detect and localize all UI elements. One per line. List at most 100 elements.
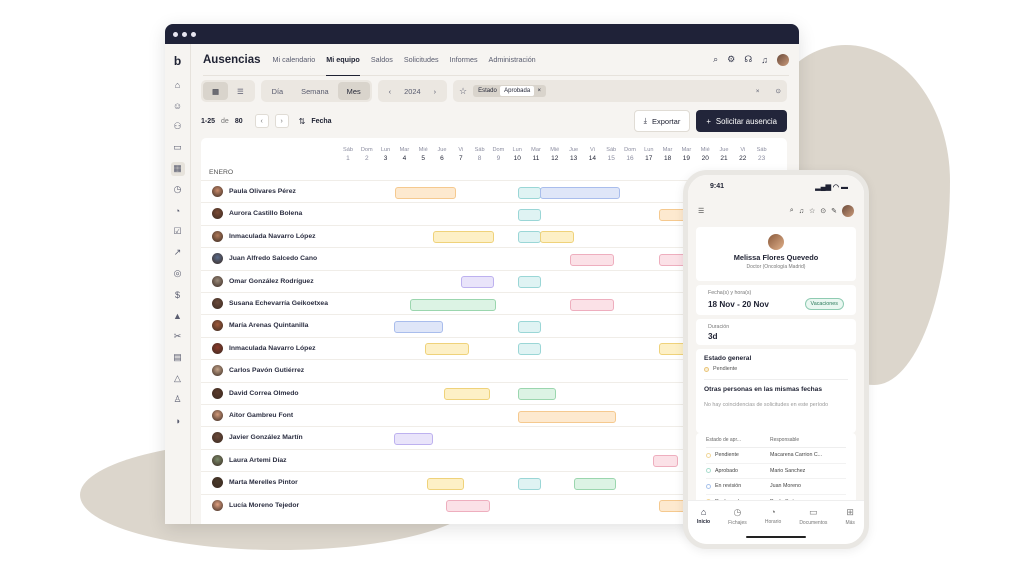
absence-bar[interactable]: [517, 410, 616, 423]
absence-bar[interactable]: [461, 276, 494, 289]
absence-bar[interactable]: [517, 477, 541, 490]
approval-row[interactable]: En revisión Juan Moreno: [706, 479, 846, 495]
person-name[interactable]: Aurora Castillo Bolena: [229, 210, 302, 217]
chevron-right-icon[interactable]: ›: [425, 82, 445, 100]
help-icon[interactable]: ☊: [744, 54, 752, 65]
approval-row[interactable]: Pendiente Macarena Carrion C...: [706, 448, 846, 464]
list-view-icon[interactable]: ☰: [228, 82, 253, 100]
person-name[interactable]: Aitor Gambreu Font: [229, 412, 293, 419]
person-name[interactable]: Javier González Martín: [229, 434, 303, 441]
absence-bar[interactable]: [410, 298, 496, 311]
education-icon[interactable]: ▲: [171, 309, 185, 323]
tab-saldos[interactable]: Saldos: [371, 44, 393, 76]
tab-fichajes[interactable]: ◷ Fichajes: [728, 507, 747, 544]
person-name[interactable]: David Correa Olmedo: [229, 390, 299, 397]
person-name[interactable]: Lucía Moreno Tejedor: [229, 502, 299, 509]
time-icon[interactable]: ◔: [171, 204, 185, 218]
window-dot[interactable]: [191, 31, 196, 37]
clear-icon[interactable]: ×: [756, 88, 760, 95]
pie-icon[interactable]: ◑: [171, 414, 185, 428]
window-dot[interactable]: [182, 31, 187, 37]
team-icon[interactable]: ⚇: [171, 120, 185, 134]
period-week[interactable]: Semana: [292, 82, 338, 100]
tab-documentos[interactable]: ▭ Documentos: [799, 507, 827, 544]
bell-icon[interactable]: ♫: [799, 208, 804, 215]
person-name[interactable]: Marta Merelles Pintor: [229, 479, 298, 486]
calendar-view-icon[interactable]: ▦: [203, 82, 228, 100]
tab-horario[interactable]: ◔ Horario: [765, 507, 781, 544]
alert-icon[interactable]: △: [171, 372, 185, 386]
period-month[interactable]: Mes: [337, 82, 370, 100]
absence-bar[interactable]: [446, 500, 490, 513]
window-dot[interactable]: [173, 31, 178, 37]
absence-bar[interactable]: [427, 477, 464, 490]
tab-mas[interactable]: ⊞ Más: [845, 507, 854, 544]
avatar[interactable]: [842, 205, 854, 217]
export-button[interactable]: ⤓ Exportar: [633, 110, 691, 132]
close-icon[interactable]: ×: [538, 88, 542, 94]
absence-bar[interactable]: [517, 276, 541, 289]
star-icon[interactable]: ☆: [459, 86, 467, 97]
chat-icon[interactable]: ▤: [171, 351, 185, 365]
person-name[interactable]: Juan Alfredo Salcedo Cano: [229, 255, 317, 262]
settings-icon[interactable]: ⊙: [776, 87, 781, 95]
absence-bar[interactable]: [570, 298, 614, 311]
person-name[interactable]: Omar González Rodríguez: [229, 278, 314, 285]
folder-icon[interactable]: ▭: [171, 141, 185, 155]
star-icon[interactable]: ☆: [809, 207, 815, 215]
tab-inicio[interactable]: ⌂ Inicio: [697, 507, 710, 544]
tab-mi-calendario[interactable]: Mi calendario: [273, 44, 316, 76]
absence-bar[interactable]: [444, 388, 490, 401]
avatar[interactable]: [777, 53, 789, 66]
clock-icon[interactable]: ◷: [171, 183, 185, 197]
person-name[interactable]: María Arenas Quintanilla: [229, 322, 308, 329]
sort-icon[interactable]: ⇅: [299, 117, 306, 126]
person-name[interactable]: Laura Artemi Díaz: [229, 457, 287, 464]
calendar-icon[interactable]: ▦: [170, 161, 185, 176]
absence-bar[interactable]: [574, 477, 616, 490]
person-name[interactable]: Inmaculada Navarro López: [229, 233, 316, 240]
user-icon[interactable]: ☺: [171, 99, 185, 113]
request-absence-button[interactable]: + Solicitar ausencia: [696, 110, 787, 132]
search-icon[interactable]: ⌕: [790, 207, 794, 215]
absence-bar[interactable]: [540, 231, 575, 244]
person-name[interactable]: Susana Echevarría Geikoetxea: [229, 300, 328, 307]
menu-icon[interactable]: ☰: [698, 207, 704, 215]
absence-bar[interactable]: [540, 186, 620, 199]
absence-bar[interactable]: [433, 231, 494, 244]
edit-icon[interactable]: ✎: [831, 207, 837, 215]
tab-administracion[interactable]: Administración: [489, 44, 536, 76]
absence-bar[interactable]: [425, 343, 470, 356]
absence-bar[interactable]: [517, 388, 556, 401]
checklist-icon[interactable]: ☑: [171, 225, 185, 239]
money-icon[interactable]: $: [171, 288, 185, 302]
help-icon[interactable]: ⊙: [820, 207, 826, 215]
tab-solicitudes[interactable]: Solicitudes: [404, 44, 439, 76]
tab-mi-equipo[interactable]: Mi equipo: [326, 44, 360, 76]
person-name[interactable]: Paula Olivares Pérez: [229, 188, 296, 195]
person-name[interactable]: Carlos Pavón Gutiérrez: [229, 367, 304, 374]
bell-icon[interactable]: ♫: [761, 55, 768, 65]
absence-bar[interactable]: [652, 455, 678, 468]
gear-icon[interactable]: ⚙: [727, 54, 735, 65]
filter-chip[interactable]: Estado Aprobada ×: [473, 85, 547, 97]
person-name[interactable]: Inmaculada Navarro López: [229, 345, 316, 352]
filter-bar[interactable]: ☆ Estado Aprobada × × ⊙: [453, 80, 787, 102]
chevron-left-icon[interactable]: ‹: [380, 82, 400, 100]
next-page-button[interactable]: ›: [274, 114, 289, 128]
absence-bar[interactable]: [393, 320, 443, 333]
approval-row[interactable]: Aprobado Mario Sanchez: [706, 464, 846, 479]
absence-bar[interactable]: [393, 432, 434, 445]
target-icon[interactable]: ◎: [171, 267, 185, 281]
period-day[interactable]: Día: [263, 82, 293, 100]
home-icon[interactable]: ⌂: [171, 78, 185, 92]
search-icon[interactable]: ⌕: [713, 54, 718, 65]
absence-bar[interactable]: [517, 186, 541, 199]
chart-icon[interactable]: ↗: [171, 246, 185, 260]
scissors-icon[interactable]: ✂: [171, 330, 185, 344]
person-icon[interactable]: ♙: [171, 393, 185, 407]
absence-bar[interactable]: [395, 186, 457, 199]
absence-bar[interactable]: [517, 343, 541, 356]
absence-bar[interactable]: [517, 320, 541, 333]
absence-bar[interactable]: [517, 231, 541, 244]
